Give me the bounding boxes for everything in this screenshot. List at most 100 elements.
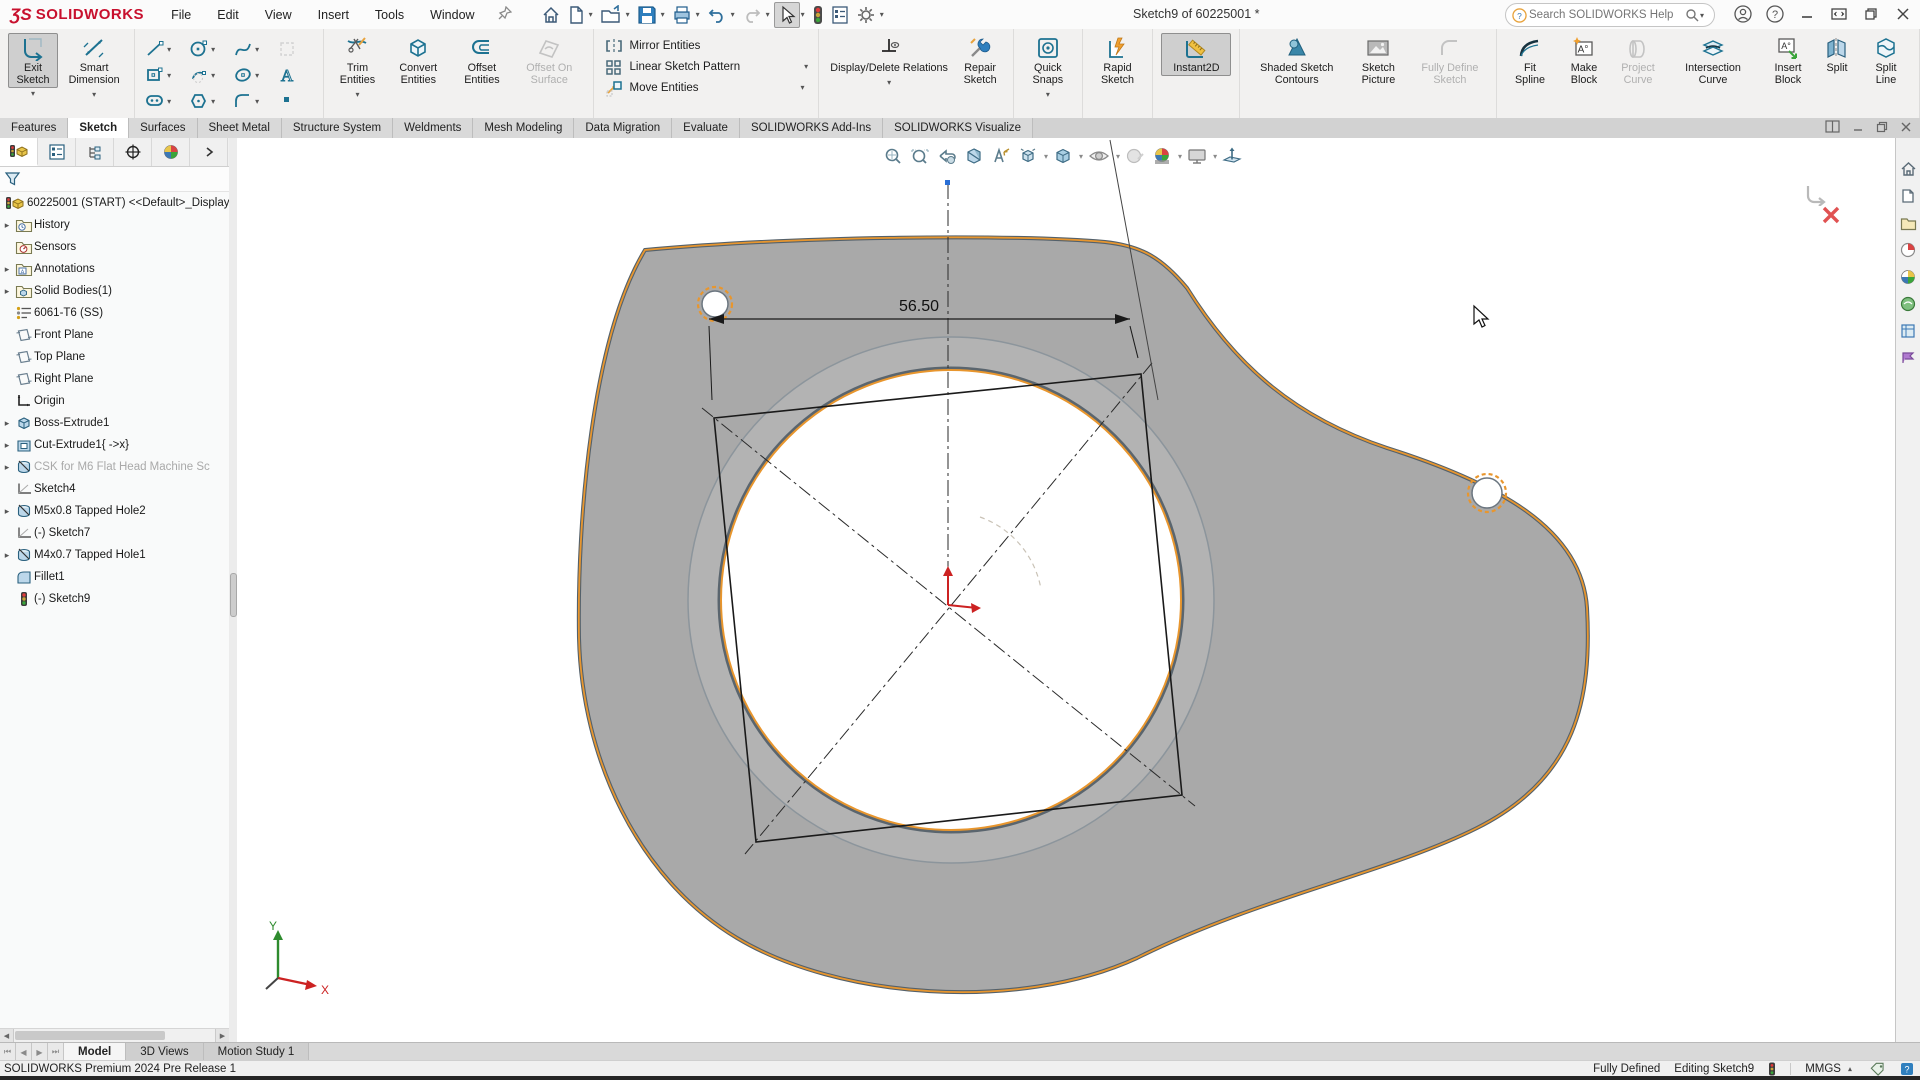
taskpane-file-explorer-icon[interactable]	[1899, 241, 1917, 259]
expand-arrow-icon[interactable]	[5, 550, 10, 561]
tree-item-fillet1[interactable]: Fillet1	[0, 566, 229, 588]
redo-button[interactable]	[739, 3, 765, 27]
circle-tool-button[interactable]	[185, 36, 229, 62]
tab-feature-manager[interactable]	[0, 138, 38, 166]
tab-solidworks-visualize[interactable]: SOLIDWORKS Visualize	[883, 118, 1033, 138]
convert-entities-button[interactable]: Convert Entities	[387, 33, 450, 88]
taskpane-home-icon[interactable]	[1899, 160, 1917, 178]
redo-dropdown[interactable]	[766, 10, 770, 19]
rectangle-tool-button[interactable]	[141, 62, 185, 88]
hide-show-items-dropdown[interactable]	[1116, 152, 1120, 161]
menu-view[interactable]: View	[252, 8, 305, 22]
units-dropdown[interactable]	[1848, 1065, 1852, 1074]
quick-tips-icon[interactable]: ?	[1900, 1062, 1914, 1076]
first-tab-icon[interactable]: ⏮	[0, 1043, 16, 1061]
help-icon[interactable]: ?	[1762, 2, 1788, 26]
smart-dimension-dropdown[interactable]	[92, 90, 96, 99]
print-dropdown[interactable]	[696, 10, 700, 19]
help-search-box[interactable]: ?	[1505, 3, 1715, 27]
tab-property-manager[interactable]	[38, 138, 76, 166]
tree-item-sketch9[interactable]: (-) Sketch9	[0, 588, 229, 610]
settings-dropdown[interactable]	[880, 10, 884, 19]
tree-item-annotations[interactable]: Annotations	[0, 258, 229, 280]
pane-layout-icon[interactable]	[1825, 120, 1840, 133]
tree-item-material[interactable]: 6061-T6 (SS)	[0, 302, 229, 324]
tree-item-boss-extrude1[interactable]: Boss-Extrude1	[0, 412, 229, 434]
dynamic-annotation-views-icon[interactable]	[989, 144, 1013, 168]
print-button[interactable]	[669, 3, 695, 27]
move-entities-dropdown[interactable]	[801, 83, 805, 92]
exit-sketch-button[interactable]: Exit Sketch	[8, 33, 58, 88]
rebuild-button[interactable]	[809, 3, 827, 27]
ellipse-tool-dropdown[interactable]	[255, 71, 259, 80]
tree-item-origin[interactable]: Origin	[0, 390, 229, 412]
insert-block-button[interactable]: A° Insert Block	[1763, 33, 1813, 88]
hide-show-items-icon[interactable]	[1086, 144, 1112, 168]
tree-filter-row[interactable]	[0, 167, 229, 192]
move-entities-button[interactable]: Move Entities	[600, 77, 809, 98]
tree-item-sensors[interactable]: Sensors	[0, 236, 229, 258]
tree-item-top-plane[interactable]: Top Plane	[0, 346, 229, 368]
spline-tool-button[interactable]	[229, 36, 273, 62]
restore-button[interactable]	[1858, 2, 1884, 26]
tree-item-csk-hole[interactable]: CSK for M6 Flat Head Machine Sc	[0, 456, 229, 478]
make-block-button[interactable]: A° Make Block	[1559, 33, 1609, 88]
pin-menu-icon[interactable]	[498, 6, 512, 23]
intersection-curve-button[interactable]: Intersection Curve	[1667, 33, 1759, 88]
circle-tool-dropdown[interactable]	[211, 45, 215, 54]
settings-gear-button[interactable]	[853, 3, 879, 27]
linear-sketch-pattern-button[interactable]: Linear Sketch Pattern	[600, 56, 813, 77]
tab-model[interactable]: Model	[64, 1043, 126, 1061]
previous-view-icon[interactable]	[935, 144, 959, 168]
view-orientation-icon[interactable]	[1016, 144, 1040, 168]
minimize-button[interactable]	[1794, 2, 1820, 26]
sketch-fillet-dropdown[interactable]	[255, 97, 259, 106]
tree-item-sketch4[interactable]: Sketch4	[0, 478, 229, 500]
expand-arrow-icon[interactable]	[5, 418, 10, 429]
prev-tab-icon[interactable]: ◀	[16, 1043, 32, 1061]
display-delete-dropdown[interactable]	[887, 78, 891, 87]
tab-mesh-modeling[interactable]: Mesh Modeling	[473, 118, 574, 138]
display-delete-relations-button[interactable]: Display/Delete Relations	[827, 33, 951, 76]
sketch-picture-button[interactable]: Sketch Picture	[1349, 33, 1408, 88]
zoom-area-icon[interactable]	[908, 144, 932, 168]
smart-dimension-button[interactable]: Smart Dimension	[62, 33, 126, 88]
tree-root-item[interactable]: 60225001 (START) <<Default>_Display	[0, 192, 229, 214]
linear-pattern-dropdown[interactable]	[804, 62, 808, 71]
line-tool-dropdown[interactable]	[167, 45, 171, 54]
new-document-button[interactable]	[564, 3, 588, 27]
options-list-button[interactable]	[827, 3, 853, 27]
exit-sketch-dropdown[interactable]	[31, 89, 35, 98]
tab-data-migration[interactable]: Data Migration	[574, 118, 672, 138]
zoom-fit-icon[interactable]	[881, 144, 905, 168]
shaded-sketch-contours-button[interactable]: Shaded Sketch Contours	[1248, 33, 1345, 88]
split-line-button[interactable]: Split Line	[1861, 33, 1911, 88]
view-orientation-dropdown[interactable]	[1044, 152, 1048, 161]
tab-sheet-metal[interactable]: Sheet Metal	[198, 118, 282, 138]
polygon-tool-dropdown[interactable]	[211, 97, 215, 106]
expand-arrow-icon[interactable]	[5, 220, 10, 231]
tree-item-sketch7[interactable]: (-) Sketch7	[0, 522, 229, 544]
arc-tool-dropdown[interactable]	[211, 71, 215, 80]
tab-dimxpert-manager[interactable]	[114, 138, 152, 166]
home-button[interactable]	[538, 3, 564, 27]
tree-item-m5-tapped-hole2[interactable]: M5x0.8 Tapped Hole2	[0, 500, 229, 522]
expand-arrow-icon[interactable]	[5, 440, 10, 451]
tab-surfaces[interactable]: Surfaces	[129, 118, 197, 138]
tab-3d-views[interactable]: 3D Views	[126, 1043, 203, 1061]
arc-tool-button[interactable]	[185, 62, 229, 88]
save-dropdown[interactable]	[661, 10, 665, 19]
expand-arrow-icon[interactable]	[5, 462, 10, 473]
display-style-dropdown[interactable]	[1079, 152, 1083, 161]
menu-insert[interactable]: Insert	[305, 8, 362, 22]
taskpane-design-library-icon[interactable]	[1899, 214, 1917, 232]
open-button[interactable]	[597, 3, 625, 27]
slot-tool-dropdown[interactable]	[167, 97, 171, 106]
tree-item-history[interactable]: History	[0, 214, 229, 236]
taskpane-appearances-icon[interactable]	[1899, 295, 1917, 313]
graphics-area[interactable]: 56.50 Y X	[237, 138, 1896, 1042]
expand-arrow-icon[interactable]	[5, 286, 10, 297]
tree-item-solid-bodies[interactable]: Solid Bodies(1)	[0, 280, 229, 302]
tab-configuration-manager[interactable]	[76, 138, 114, 166]
display-style-icon[interactable]	[1051, 144, 1075, 168]
